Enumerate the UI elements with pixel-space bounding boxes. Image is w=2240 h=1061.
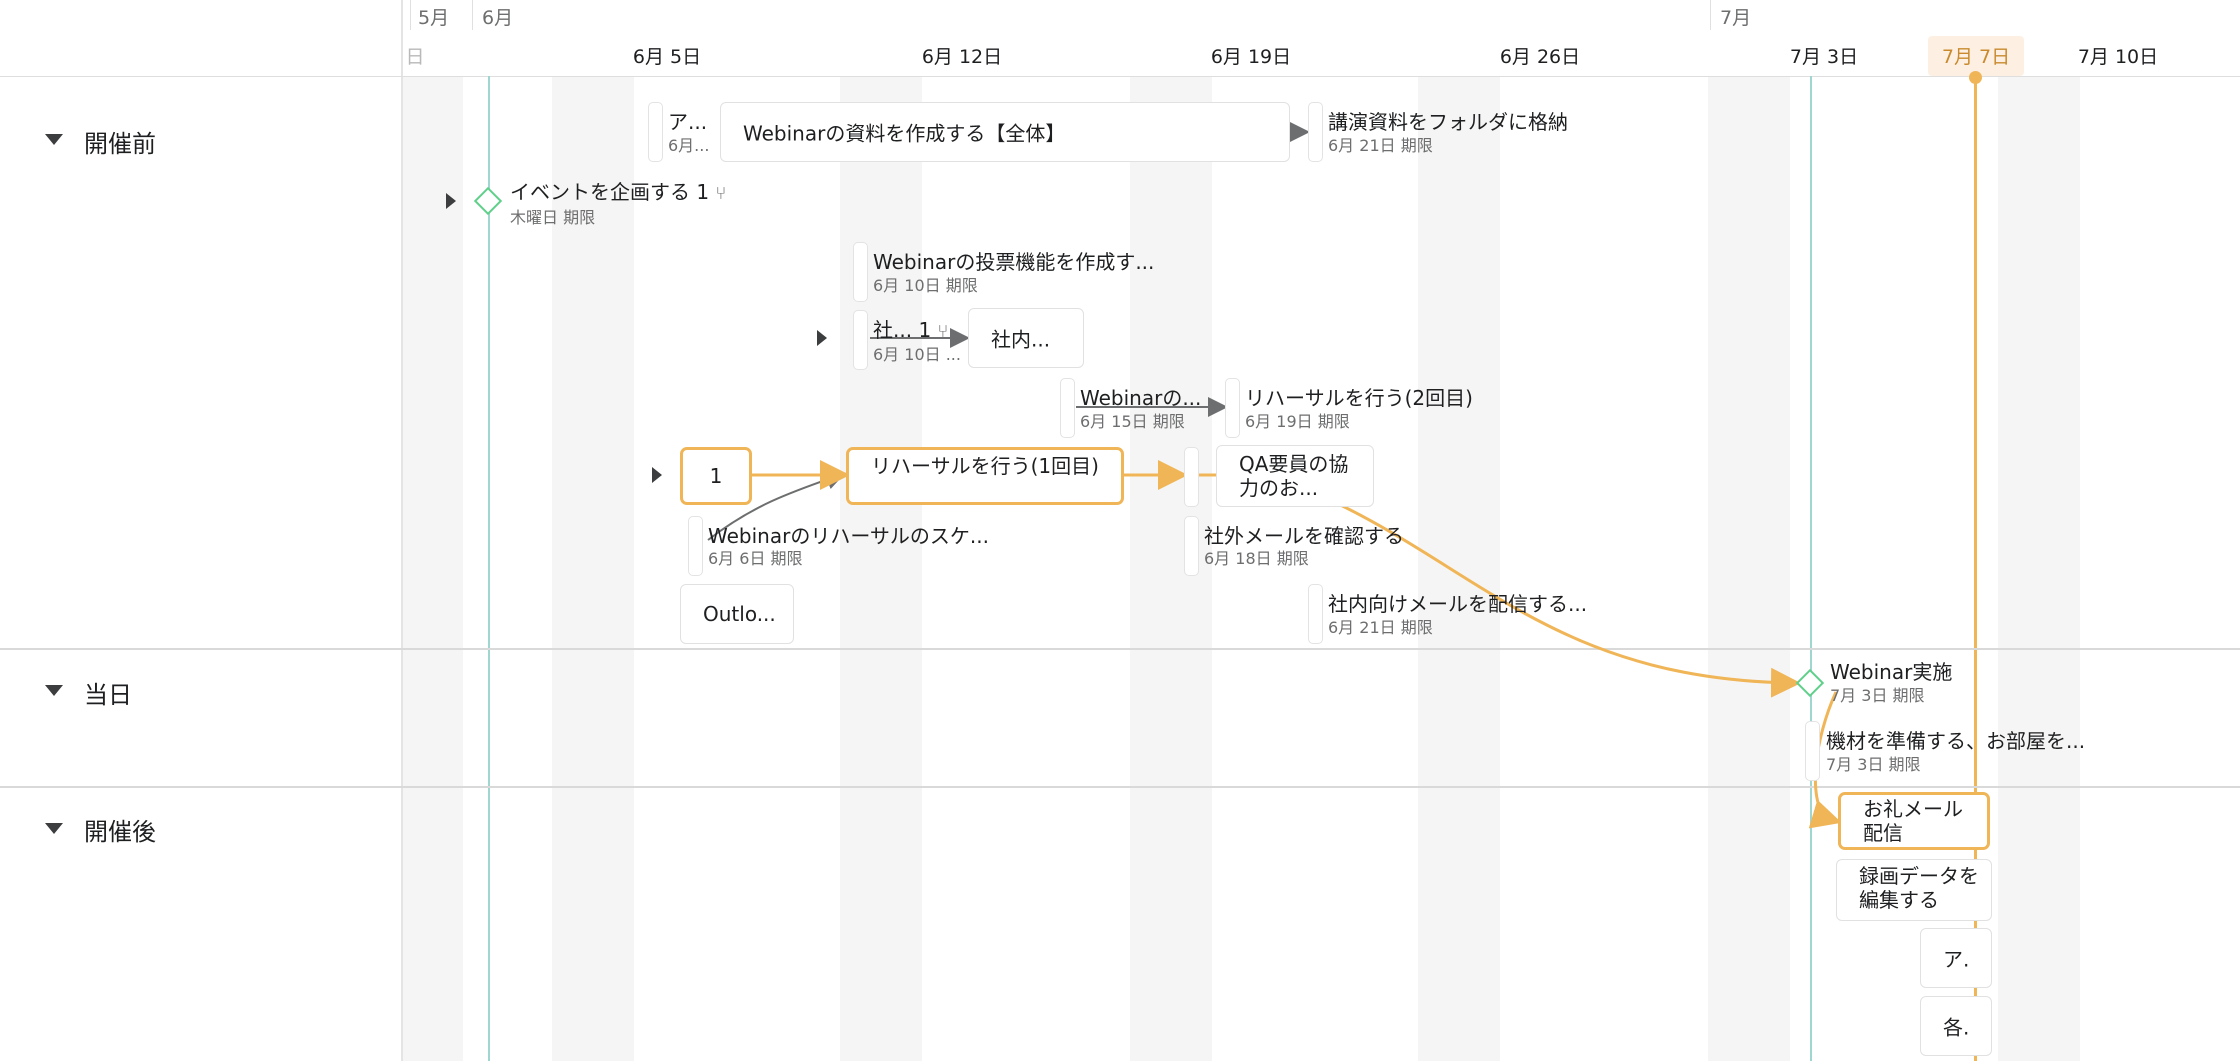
task-rehearsal-1[interactable]: リハーサルを行う(1回目) (846, 447, 1124, 505)
task-due: 6月 10日 期限 (873, 276, 978, 295)
task-chip[interactable] (1308, 584, 1323, 644)
task-chip[interactable] (1225, 378, 1240, 438)
task-one-box[interactable]: 1 (680, 447, 752, 505)
task-title: Outlo... (703, 602, 776, 626)
task-chip[interactable] (1184, 516, 1199, 576)
task-title: Webinarの資料を作成する【全体】 (743, 121, 1066, 146)
task-edit-recording[interactable]: 録画データを編集する (1836, 859, 1992, 921)
task-title[interactable]: 社... 1 ⑂ (873, 314, 948, 343)
caret-right-icon[interactable] (817, 330, 827, 346)
task-webinar-material[interactable]: Webinarの資料を作成する【全体】 (720, 102, 1290, 162)
task-title[interactable]: イベントを企画する 1 ⑂ (510, 176, 726, 205)
task-title[interactable]: 講演資料をフォルダに格納 (1328, 106, 1568, 135)
task-a-box[interactable]: ア. (1920, 928, 1992, 988)
task-title: お礼メール配信 (1863, 797, 1963, 845)
task-title: 社内... (991, 327, 1051, 352)
task-title: リハーサルを行う(1回目) (871, 454, 1099, 478)
task-title[interactable]: Webinarの... (1080, 382, 1201, 411)
task-title: QA要員の協力のお... (1239, 452, 1349, 500)
subtask-icon: ⑂ (715, 183, 727, 204)
task-each-box[interactable]: 各. (1920, 996, 1992, 1056)
task-title[interactable]: リハーサルを行う(2回目) (1245, 382, 1473, 411)
task-due: 6月 21日 期限 (1328, 136, 1433, 155)
milestone-diamond-icon[interactable] (1795, 668, 1825, 698)
task-due: 7月 3日 期限 (1830, 686, 1925, 705)
task-title: ア. (1943, 947, 1970, 972)
caret-right-icon[interactable] (652, 467, 662, 483)
task-title[interactable]: 機材を準備する、お部屋を... (1826, 725, 2085, 754)
task-due: 6月 10日 ... (873, 345, 961, 364)
task-title[interactable]: Webinarの投票機能を作成す... (873, 246, 1154, 275)
task-chip[interactable] (1060, 378, 1075, 438)
task-chip[interactable] (1184, 447, 1199, 507)
task-due: 6月 21日 期限 (1328, 618, 1433, 637)
task-chip[interactable] (853, 242, 868, 302)
timeline-view: 5月 6月 7月 日 6月 5日 6月 12日 6月 19日 6月 26日 7月… (0, 0, 2240, 1061)
task-due: 6月 18日 期限 (1204, 549, 1309, 568)
task-due: 6月 6日 期限 (708, 549, 803, 568)
task-chip[interactable] (853, 310, 868, 370)
milestone-diamond-icon[interactable] (473, 186, 503, 216)
task-title[interactable]: ア... (668, 106, 707, 135)
task-chip[interactable] (1308, 102, 1323, 162)
task-due: 木曜日 期限 (510, 208, 596, 227)
task-title: 1 (709, 464, 723, 488)
task-due: 6月 15日 期限 (1080, 412, 1185, 431)
task-due: 6月 19日 期限 (1245, 412, 1350, 431)
task-title: 録画データを編集する (1859, 864, 1979, 912)
task-thanks-mail[interactable]: お礼メール配信 (1838, 792, 1990, 850)
task-due: 7月 3日 期限 (1826, 755, 1921, 774)
caret-right-icon[interactable] (446, 193, 456, 209)
task-chip[interactable] (648, 102, 663, 162)
task-chip[interactable] (1805, 721, 1820, 781)
task-title: 各. (1943, 1015, 1970, 1040)
task-title[interactable]: 社内向けメールを配信する... (1328, 588, 1587, 617)
task-outlook[interactable]: Outlo... (680, 584, 794, 644)
subtask-icon: ⑂ (937, 321, 949, 342)
task-title[interactable]: Webinar実施 (1830, 656, 1952, 685)
task-chip[interactable] (688, 516, 703, 576)
task-internal-box[interactable]: 社内... (968, 308, 1084, 368)
task-qa[interactable]: QA要員の協力のお... (1216, 445, 1374, 507)
task-due: 6月... (668, 136, 710, 155)
